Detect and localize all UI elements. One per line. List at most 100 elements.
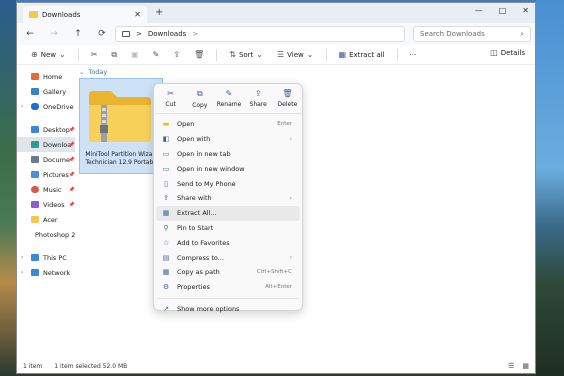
group-header-today[interactable]: ⌄ Today — [79, 68, 107, 76]
view-label: View — [287, 50, 304, 59]
sidebar-item-onedrive[interactable]: › OneDrive — [17, 99, 75, 114]
sidebar-item-gallery[interactable]: Gallery — [17, 84, 75, 99]
menu-item-properties[interactable]: ⚙ Properties Alt+Enter — [156, 280, 300, 295]
sidebar-item-home[interactable]: Home — [17, 69, 75, 84]
paste-button[interactable]: ▣ — [125, 47, 145, 63]
menu-item-open-new-window[interactable]: ▭ Open in new window — [156, 161, 300, 176]
sidebar-item-videos[interactable]: Videos 📌 — [17, 197, 75, 212]
menu-item-extract-all[interactable]: ▦ Extract All... — [156, 205, 300, 221]
sidebar-item-pictures[interactable]: Pictures 📌 — [17, 167, 75, 182]
view-toggle: ☰ ▦ — [508, 362, 529, 370]
menu-item-open[interactable]: ▬ Open Enter — [156, 117, 300, 132]
menu-item-open-new-tab[interactable]: ▭ Open in new tab — [156, 147, 300, 162]
delete-action[interactable]: 🗑 Delete — [273, 84, 302, 113]
chevron-right-icon[interactable]: › — [21, 254, 23, 261]
search-icon: ⌕ — [520, 29, 524, 38]
search-input[interactable]: Search Downloads ⌕ — [413, 26, 531, 42]
action-label: Copy — [192, 101, 208, 109]
sidebar-item-label: This PC — [43, 253, 67, 262]
menu-item-pin-to-start[interactable]: ⚲ Pin to Start — [156, 221, 300, 236]
tab-downloads[interactable]: Downloads ✕ — [23, 6, 147, 23]
group-label: Today — [88, 68, 108, 76]
action-label: Delete — [277, 101, 298, 108]
more-label: ··· — [409, 50, 417, 59]
file-item-zip[interactable]: MiniTool Partition Wizard Technician 12.… — [79, 78, 163, 174]
network-icon — [31, 269, 39, 276]
file-name-line-1: MiniTool Partition Wizard — [85, 151, 159, 158]
scissors-icon: ✂ — [167, 89, 174, 98]
extract-label: Extract all — [349, 50, 385, 59]
details-button[interactable]: ◫ Details — [490, 48, 525, 57]
pin-icon: 📌 — [68, 171, 75, 178]
sidebar-item-music[interactable]: Music 📌 — [17, 182, 75, 197]
new-tab-icon: ▭ — [162, 149, 170, 158]
close-window-button[interactable]: ✕ — [522, 6, 529, 15]
details-view-icon[interactable]: ☰ — [508, 362, 514, 370]
sidebar-item-label: OneDrive — [43, 102, 74, 111]
sidebar-item-network[interactable]: › Network — [17, 265, 75, 280]
search-placeholder: Search Downloads — [420, 30, 485, 38]
file-name-line-2: Technician 12.9 Portable — [85, 159, 159, 166]
pin-icon: 📌 — [68, 126, 75, 133]
cut-action[interactable]: ✂ Cut — [156, 84, 185, 113]
rename-button[interactable]: ✎ — [147, 47, 166, 63]
menu-item-open-with[interactable]: ◧ Open with › — [156, 132, 300, 147]
sort-button[interactable]: ⇅ Sort ⌄ — [223, 47, 269, 63]
share-button[interactable]: ⇪ — [167, 47, 186, 63]
chevron-right-icon[interactable]: › — [21, 103, 23, 110]
delete-button[interactable]: 🗑 — [188, 47, 210, 63]
sidebar-item-photoshop[interactable]: Photoshop 2 — [17, 227, 75, 242]
new-button[interactable]: ⊕ New ⌄ — [25, 47, 72, 63]
copy-button[interactable]: ⧉ — [105, 47, 123, 63]
sidebar-item-desktop[interactable]: Desktop 📌 — [17, 122, 75, 137]
minimize-button[interactable]: — — [475, 6, 483, 15]
action-label: Cut — [165, 101, 176, 108]
file-name: MiniTool Partition Wizard Technician 12.… — [80, 151, 164, 167]
sidebar-item-acer[interactable]: Acer — [17, 212, 75, 227]
view-icon: ☰ — [277, 50, 285, 59]
menu-item-compress-to[interactable]: ▤ Compress to... › — [156, 250, 300, 265]
maximize-button[interactable]: □ — [499, 6, 507, 15]
desktop-left-strip — [0, 0, 16, 376]
star-icon: ☆ — [162, 238, 170, 247]
address-bar[interactable]: > Downloads > — [115, 26, 405, 42]
pin-icon: 📌 — [68, 201, 75, 208]
chevron-right-icon: › — [289, 135, 292, 143]
action-label: Share — [249, 101, 267, 108]
new-tab-button[interactable]: + — [155, 7, 163, 18]
close-tab-icon[interactable]: ✕ — [134, 10, 147, 19]
copy-action[interactable]: ⧉ Copy — [185, 84, 214, 113]
extract-all-button[interactable]: ▦ Extract all — [333, 47, 391, 63]
cut-button[interactable]: ✂ — [85, 47, 104, 63]
share-action[interactable]: ⇪ Share — [244, 84, 273, 113]
item-count: 1 item — [23, 363, 43, 370]
menu-item-add-to-favorites[interactable]: ☆ Add to Favorites — [156, 235, 300, 250]
forward-button[interactable]: → — [47, 29, 61, 39]
menu-item-label: Show more options — [177, 304, 240, 313]
chevron-right-icon[interactable]: › — [21, 269, 23, 276]
tab-title: Downloads — [42, 10, 81, 19]
sidebar-item-downloads[interactable]: Downloa 📌 — [17, 137, 75, 152]
plus-circle-icon: ⊕ — [31, 50, 38, 59]
back-button[interactable]: ← — [23, 29, 37, 39]
chevron-down-icon: ⌄ — [58, 50, 66, 59]
refresh-button[interactable]: ⟳ — [95, 29, 109, 39]
more-options-button[interactable]: ··· — [404, 47, 423, 63]
sidebar-item-label: Videos — [43, 200, 65, 209]
breadcrumb-downloads[interactable]: Downloads — [148, 30, 186, 38]
view-button[interactable]: ☰ View ⌄ — [271, 47, 320, 63]
menu-item-show-more-options[interactable]: ↗ Show more options — [156, 302, 300, 317]
menu-item-send-to-phone[interactable]: ▯ Send to My Phone — [156, 176, 300, 191]
shortcut-text: Alt+Enter — [265, 284, 292, 291]
breadcrumb-chevron[interactable]: > — [192, 30, 198, 38]
menu-item-share-with[interactable]: ⇪ Share with › — [156, 191, 300, 206]
context-menu-items: ▬ Open Enter ◧ Open with › ▭ Open in new… — [154, 114, 302, 316]
tiles-view-icon[interactable]: ▦ — [522, 362, 529, 370]
document-icon — [31, 156, 39, 163]
up-button[interactable]: ↑ — [71, 29, 85, 39]
status-bar: 1 item 1 item selected 52.0 MB — [23, 363, 127, 370]
sidebar-item-documents[interactable]: Docume 📌 — [17, 152, 75, 167]
menu-item-copy-as-path[interactable]: ▦ Copy as path Ctrl+Shift+C — [156, 265, 300, 280]
sidebar-item-this-pc[interactable]: › This PC — [17, 250, 75, 265]
rename-action[interactable]: ✎ Rename — [214, 84, 243, 113]
